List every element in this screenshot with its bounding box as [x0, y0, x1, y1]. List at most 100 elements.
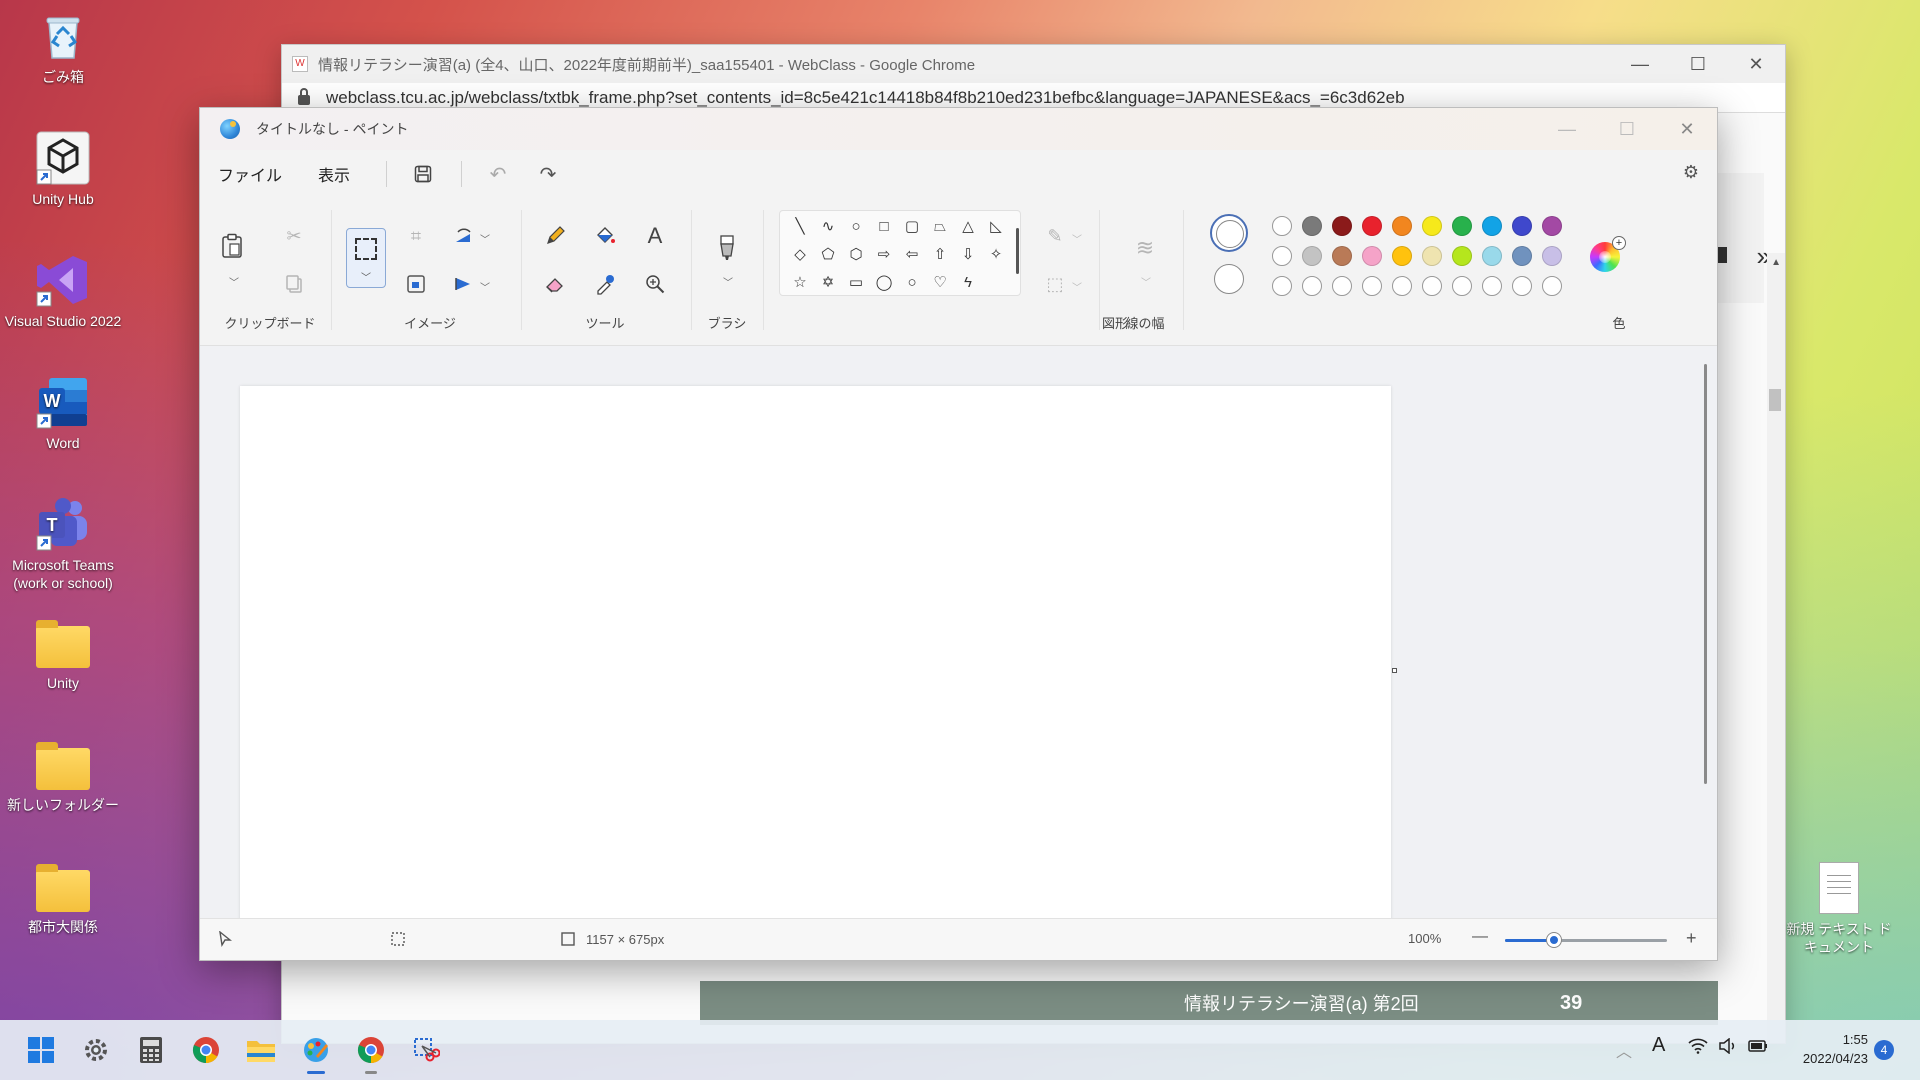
color-swatch[interactable] — [1332, 216, 1352, 236]
six-point-star-shape-icon[interactable]: ✡ — [818, 273, 838, 293]
color-swatch[interactable] — [1542, 216, 1562, 236]
custom-color-slot[interactable] — [1482, 276, 1502, 296]
color-swatch[interactable] — [1542, 246, 1562, 266]
undo-icon[interactable]: ↶ — [486, 162, 510, 186]
rounded-callout-shape-icon[interactable]: ▭ — [846, 273, 866, 293]
menu-file[interactable]: ファイル — [218, 162, 282, 186]
save-icon[interactable] — [411, 162, 435, 186]
start-button-windows-icon[interactable] — [25, 1034, 57, 1066]
desktop-icon-recycle-bin[interactable]: ごみ箱 — [0, 8, 126, 86]
color-swatch[interactable] — [1302, 246, 1322, 266]
right-triangle-shape-icon[interactable]: ◺ — [986, 217, 1006, 237]
chrome-titlebar[interactable]: W 情報リテラシー演習(a) (全4、山口、2022年度前期前半)_saa155… — [282, 45, 1785, 83]
calculator-icon[interactable] — [135, 1034, 167, 1066]
four-point-star-shape-icon[interactable]: ✧ — [986, 245, 1006, 265]
color-picker-icon[interactable] — [591, 270, 619, 298]
custom-color-slot[interactable] — [1332, 276, 1352, 296]
custom-color-slot[interactable] — [1392, 276, 1412, 296]
ime-indicator[interactable]: A — [1652, 1034, 1665, 1057]
color-swatch[interactable] — [1392, 216, 1412, 236]
curve-shape-icon[interactable]: ∿ — [818, 217, 838, 237]
fill-bucket-icon[interactable] — [591, 222, 619, 250]
redo-icon[interactable]: ↷ — [536, 162, 560, 186]
desktop-icon-unity-folder[interactable]: Unity — [0, 618, 126, 692]
custom-color-slot[interactable] — [1452, 276, 1472, 296]
arrow-right-shape-icon[interactable]: ⇨ — [874, 245, 894, 265]
color-swatch[interactable] — [1452, 246, 1472, 266]
color-swatch[interactable] — [1512, 246, 1532, 266]
paint-minimize-button[interactable]: — — [1537, 119, 1597, 140]
desktop-icon-word[interactable]: W Word — [0, 374, 126, 452]
color-swatch[interactable] — [1302, 216, 1322, 236]
volume-icon[interactable] — [1718, 1037, 1738, 1059]
heart-shape-icon[interactable]: ♡ — [930, 273, 950, 293]
hexagon-shape-icon[interactable]: ⬡ — [846, 245, 866, 265]
chevron-down-icon[interactable]: ﹀ — [229, 274, 239, 289]
color-swatch[interactable] — [1482, 216, 1502, 236]
color-swatch[interactable] — [1512, 216, 1532, 236]
snipping-tool-icon[interactable] — [410, 1034, 442, 1066]
oval-callout-shape-icon[interactable]: ◯ — [874, 273, 894, 293]
custom-color-slot[interactable] — [1302, 276, 1322, 296]
rounded-rectangle-shape-icon[interactable]: ▢ — [902, 217, 922, 237]
menu-view[interactable]: 表示 — [318, 162, 350, 186]
chrome-close-button[interactable]: ✕ — [1727, 54, 1785, 75]
oval-shape-icon[interactable]: ○ — [846, 217, 866, 237]
custom-color-slot[interactable] — [1362, 276, 1382, 296]
desktop-icon-teams[interactable]: T Microsoft Teams (work or school) — [0, 496, 126, 592]
cut-icon[interactable]: ✂ — [280, 222, 308, 250]
drawing-canvas[interactable] — [240, 386, 1391, 926]
paint-close-button[interactable]: ✕ — [1657, 119, 1717, 140]
pencil-icon[interactable] — [541, 222, 569, 250]
shapes-scrollbar[interactable] — [1016, 228, 1019, 274]
chevron-up-icon[interactable]: ︿ — [1616, 1038, 1632, 1062]
chrome-scrollbar[interactable] — [1767, 253, 1785, 1043]
color-swatch[interactable] — [1452, 216, 1472, 236]
desktop-icon-visual-studio[interactable]: Visual Studio 2022 — [0, 252, 126, 330]
select-tool-button[interactable]: ﹀ — [346, 228, 386, 288]
zoom-slider[interactable] — [1505, 933, 1667, 947]
notification-badge[interactable]: 4 — [1874, 1040, 1894, 1060]
arrow-up-shape-icon[interactable]: ⇧ — [930, 245, 950, 265]
scroll-up-arrow-icon[interactable]: ▲ — [1771, 257, 1781, 268]
fill-style-icon[interactable]: ⬚ — [1041, 270, 1069, 298]
copy-icon[interactable] — [280, 270, 308, 298]
resize-icon[interactable] — [402, 270, 430, 298]
chevron-down-icon[interactable]: ﹀ — [1141, 274, 1151, 289]
desktop-icon-unity-hub[interactable]: Unity Hub — [0, 130, 126, 208]
paint-window[interactable]: タイトルなし - ペイント — ☐ ✕ ファイル 表示 ↶ ↷ ⚙ ﹀ ✂ クリ… — [199, 107, 1718, 961]
desktop-icon-new-folder[interactable]: 新しいフォルダー — [0, 740, 126, 814]
triangle-shape-icon[interactable]: △ — [958, 217, 978, 237]
settings-gear-icon[interactable]: ⚙ — [1683, 162, 1699, 183]
color-swatch[interactable] — [1422, 216, 1442, 236]
line-width-icon[interactable]: ≋ — [1131, 234, 1159, 262]
color-swatch[interactable] — [1362, 216, 1382, 236]
canvas-vertical-scrollbar[interactable] — [1704, 364, 1707, 784]
chrome-minimize-button[interactable]: — — [1611, 54, 1669, 75]
chrome-icon[interactable] — [190, 1034, 222, 1066]
desktop-icon-toshidai-folder[interactable]: 都市大関係 — [0, 862, 126, 936]
magnifier-icon[interactable] — [641, 270, 669, 298]
rectangle-shape-icon[interactable]: □ — [874, 217, 894, 237]
brush-icon[interactable] — [713, 234, 741, 262]
zoom-out-button[interactable]: — — [1472, 928, 1488, 946]
custom-color-slot[interactable] — [1272, 276, 1292, 296]
canvas-resize-handle[interactable] — [1392, 668, 1397, 673]
plus-icon[interactable]: + — [1612, 236, 1626, 250]
cloud-callout-shape-icon[interactable]: ○ — [902, 273, 922, 293]
paint-titlebar[interactable]: タイトルなし - ペイント — ☐ ✕ — [200, 108, 1717, 150]
paint-taskbar-icon[interactable] — [300, 1034, 332, 1066]
line-shape-icon[interactable]: ╲ — [790, 217, 810, 237]
chrome-scroll-thumb[interactable] — [1769, 389, 1781, 411]
custom-color-slot[interactable] — [1542, 276, 1562, 296]
arrow-left-shape-icon[interactable]: ⇦ — [902, 245, 922, 265]
paste-icon[interactable] — [218, 232, 246, 260]
settings-gear-icon[interactable] — [80, 1034, 112, 1066]
text-tool-icon[interactable]: A — [641, 222, 669, 250]
color-swatch[interactable] — [1272, 246, 1292, 266]
chrome-icon[interactable] — [355, 1034, 387, 1066]
lightning-shape-icon[interactable]: ϟ — [958, 273, 978, 293]
primary-color-button[interactable] — [1210, 214, 1248, 252]
desktop-icon-text-document[interactable]: 新規 テキスト ドキュメント — [1784, 862, 1894, 956]
pentagon-shape-icon[interactable]: ⬠ — [818, 245, 838, 265]
